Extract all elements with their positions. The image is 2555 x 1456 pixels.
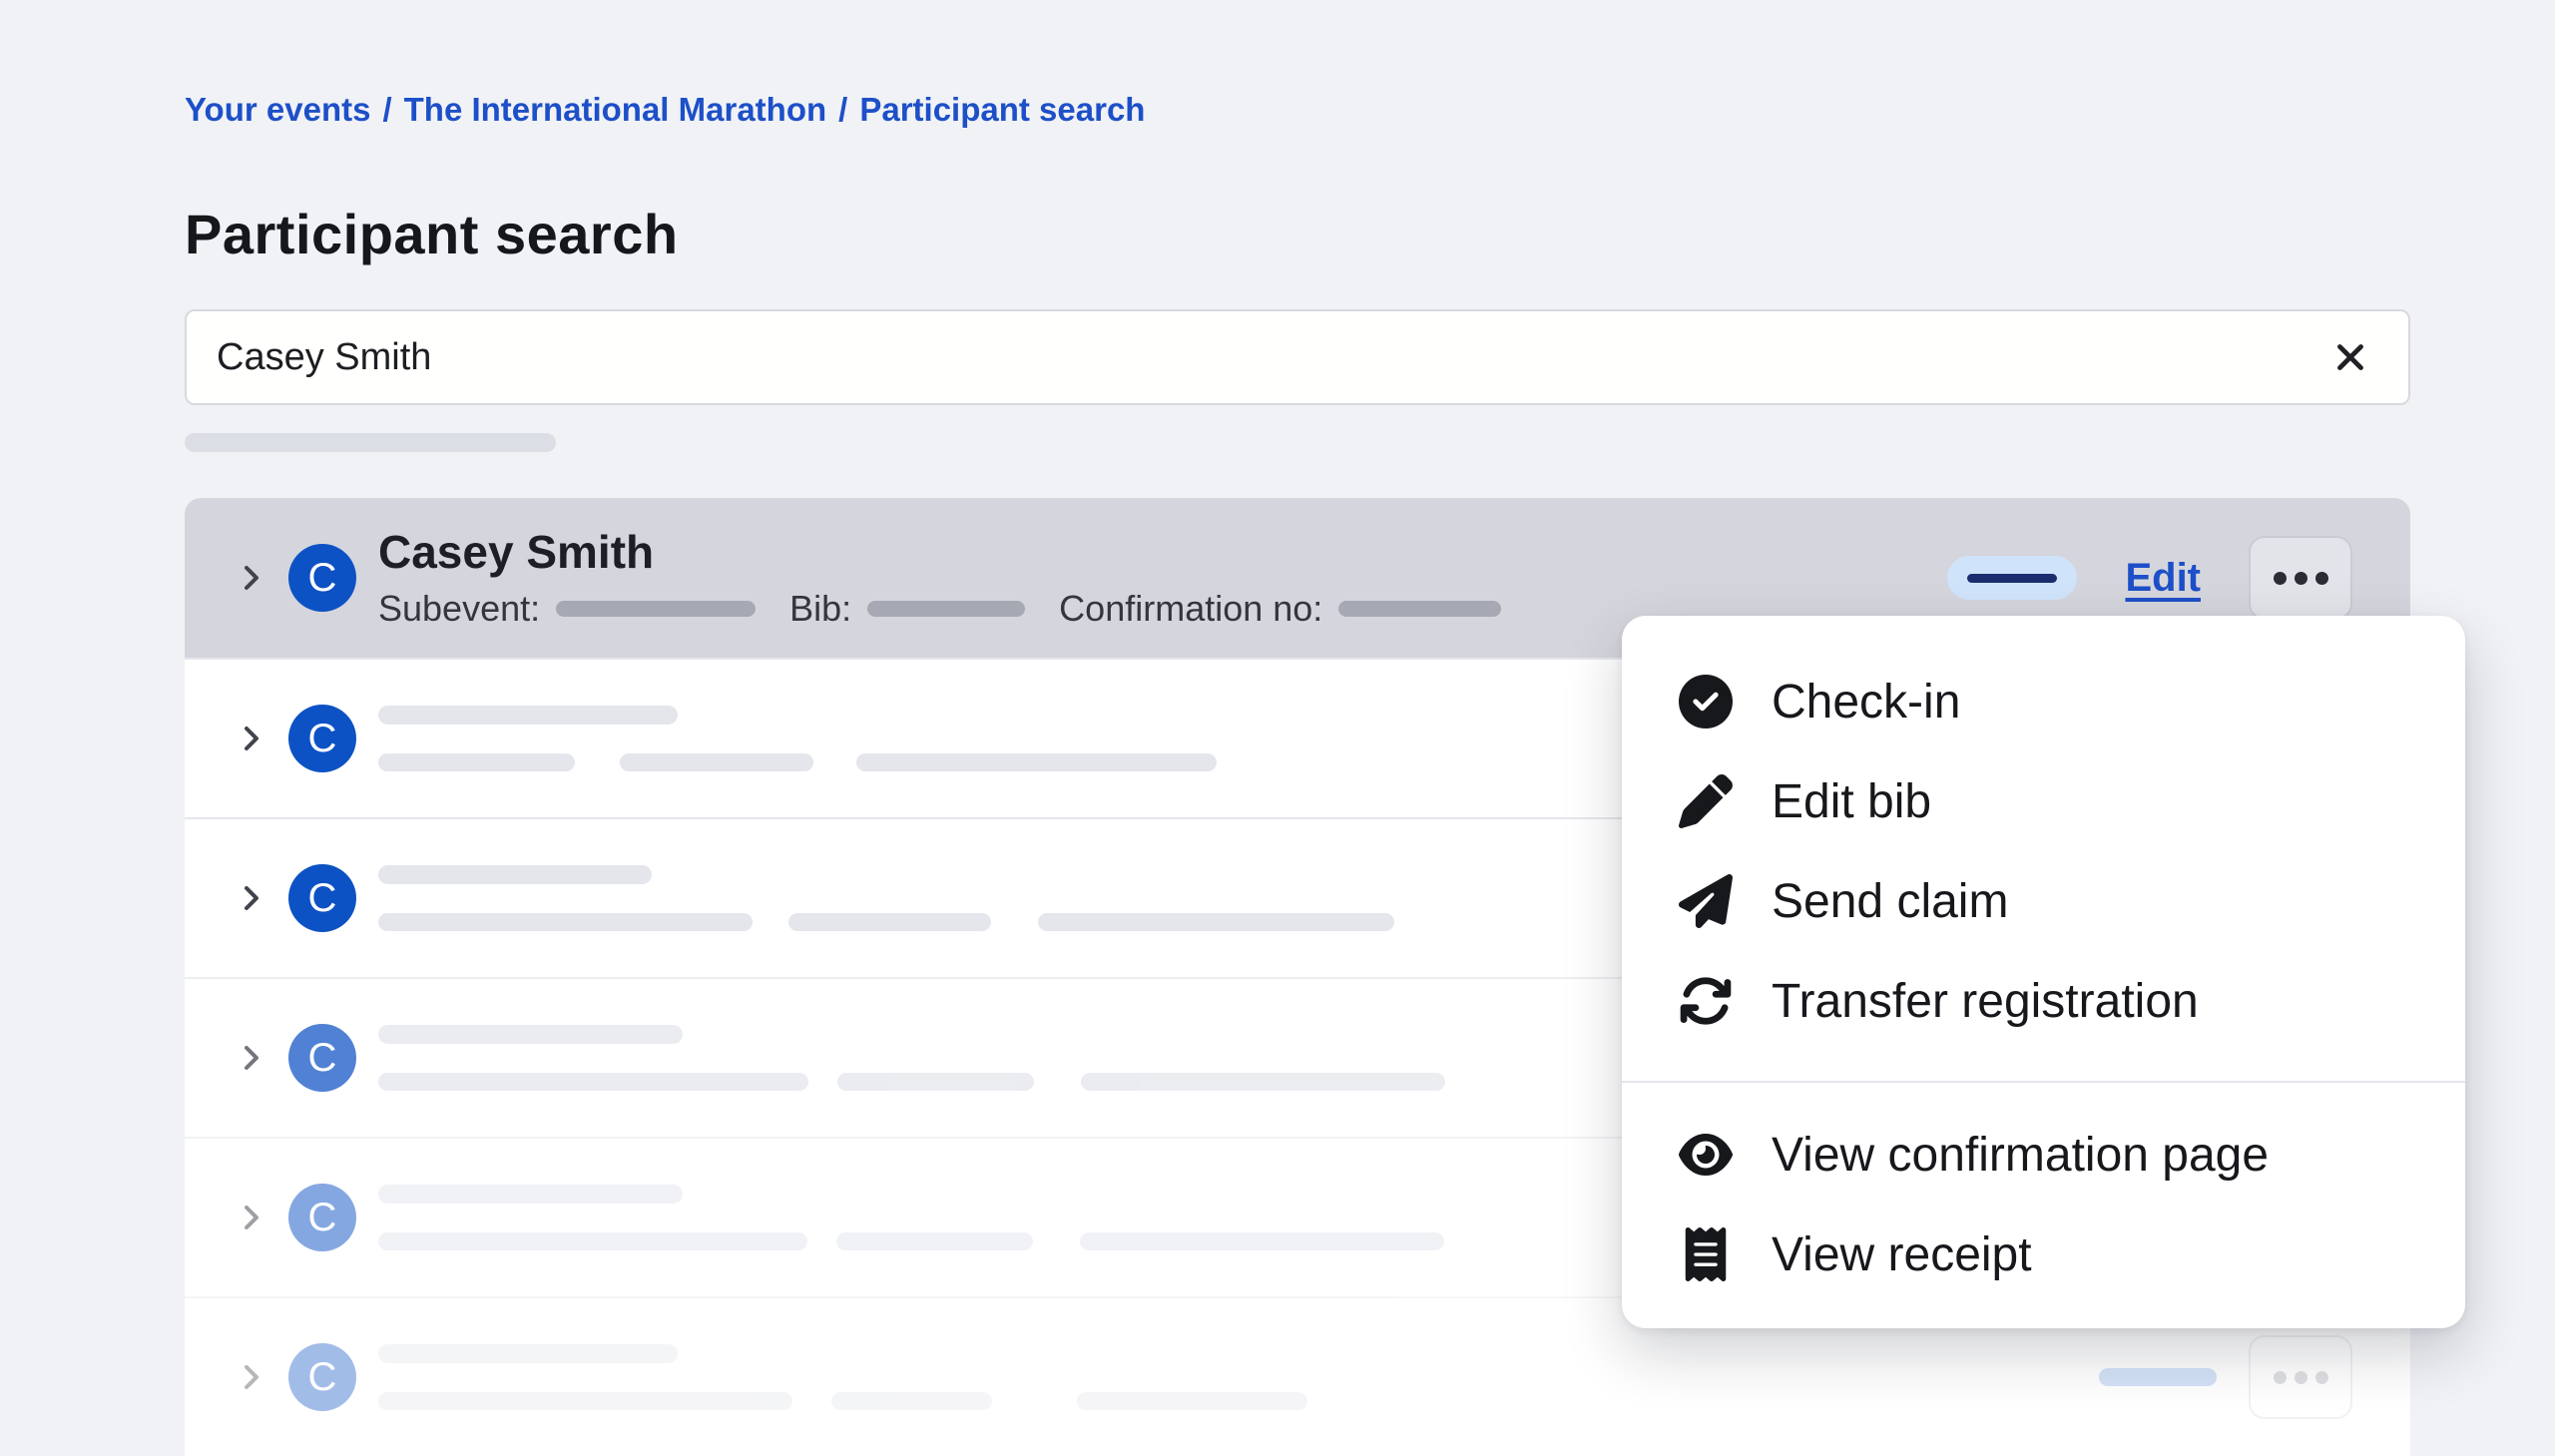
- breadcrumb-separator: /: [838, 91, 847, 128]
- avatar: C: [288, 1024, 356, 1092]
- chevron-right-icon[interactable]: [235, 1041, 268, 1075]
- avatar: C: [288, 1343, 356, 1411]
- participant-meta: Subevent: Bib: Confirmation no:: [378, 587, 1501, 631]
- status-badge-skeleton: [2099, 1368, 2217, 1386]
- skeleton-info: [378, 706, 1217, 771]
- avatar: C: [288, 705, 356, 772]
- row-actions-menu: Check-in Edit bib Send claim Transfer re…: [1622, 616, 2465, 1328]
- meta-skeleton: [836, 1232, 1033, 1250]
- menu-item-send-claim[interactable]: Send claim: [1622, 851, 2465, 951]
- name-skeleton: [378, 865, 652, 884]
- name-skeleton: [378, 1185, 683, 1204]
- meta-skeleton: [378, 913, 753, 931]
- menu-item-label: Transfer registration: [1772, 974, 2199, 1029]
- menu-item-check-in[interactable]: Check-in: [1622, 652, 2465, 751]
- meta-skeleton: [378, 1232, 807, 1250]
- subevent-value-skeleton: [556, 601, 756, 617]
- breadcrumb: Your events / The International Marathon / P…: [185, 0, 2410, 132]
- subevent-label: Subevent:: [378, 587, 540, 631]
- edit-link[interactable]: Edit: [2125, 556, 2201, 601]
- meta-skeleton: [1077, 1392, 1307, 1410]
- skeleton-info: [378, 865, 1394, 931]
- menu-item-label: Edit bib: [1772, 774, 1931, 829]
- name-skeleton: [378, 1025, 683, 1044]
- bib-value-skeleton: [867, 601, 1025, 617]
- menu-item-label: Send claim: [1772, 874, 2008, 929]
- meta-skeleton: [378, 1073, 808, 1091]
- breadcrumb-event[interactable]: The International Marathon: [404, 91, 827, 128]
- receipt-icon: [1678, 1226, 1734, 1282]
- breadcrumb-separator: /: [382, 91, 391, 128]
- meta-skeleton: [378, 1392, 792, 1410]
- pencil-icon: [1678, 773, 1734, 829]
- confirmation-label: Confirmation no:: [1059, 587, 1322, 631]
- meta-skeleton: [837, 1073, 1034, 1091]
- ellipsis-icon[interactable]: [2249, 536, 2352, 620]
- paper-plane-icon: [1678, 873, 1734, 929]
- meta-skeleton: [831, 1392, 992, 1410]
- meta-skeleton: [1080, 1232, 1444, 1250]
- participant-name: Casey Smith: [378, 525, 1501, 579]
- meta-skeleton: [378, 753, 575, 771]
- meta-skeleton: [1081, 1073, 1445, 1091]
- participant-info: Casey Smith Subevent: Bib: Confirmation …: [378, 525, 1501, 631]
- chevron-right-icon[interactable]: [235, 561, 268, 595]
- participant-search-page: Your events / The International Marathon / P…: [185, 0, 2410, 1456]
- chevron-right-icon[interactable]: [235, 881, 268, 915]
- menu-item-label: View confirmation page: [1772, 1128, 2269, 1183]
- menu-item-view-confirmation-page[interactable]: View confirmation page: [1622, 1105, 2465, 1205]
- meta-skeleton: [788, 913, 991, 931]
- avatar: C: [288, 544, 356, 612]
- skeleton-info: [378, 1344, 1307, 1410]
- ellipsis-icon[interactable]: [2249, 1335, 2352, 1419]
- menu-item-view-receipt[interactable]: View receipt: [1622, 1205, 2465, 1304]
- name-skeleton: [378, 706, 678, 725]
- breadcrumb-participant-search[interactable]: Participant search: [859, 91, 1145, 128]
- avatar: C: [288, 864, 356, 932]
- eye-icon: [1678, 1127, 1734, 1183]
- row-actions: [2099, 1335, 2352, 1419]
- menu-item-edit-bib[interactable]: Edit bib: [1622, 751, 2465, 851]
- menu-divider: [1622, 1081, 2465, 1083]
- skeleton-info: [378, 1185, 1444, 1250]
- row-actions: Edit: [1947, 536, 2352, 620]
- name-skeleton: [378, 1344, 678, 1363]
- meta-skeleton: [1038, 913, 1394, 931]
- meta-skeleton: [620, 753, 813, 771]
- avatar: C: [288, 1184, 356, 1251]
- chevron-right-icon[interactable]: [235, 1360, 268, 1394]
- page-title: Participant search: [185, 202, 2410, 267]
- confirmation-value-skeleton: [1338, 601, 1501, 617]
- chevron-right-icon[interactable]: [235, 1201, 268, 1234]
- status-badge: [1947, 556, 2077, 600]
- search-box: [185, 309, 2410, 405]
- search-input[interactable]: [217, 336, 2322, 379]
- status-badge-skeleton: [1967, 574, 2057, 583]
- arrows-rotate-icon: [1678, 973, 1734, 1029]
- menu-item-transfer-registration[interactable]: Transfer registration: [1622, 951, 2465, 1051]
- result-count-skeleton: [185, 433, 556, 452]
- bib-label: Bib:: [789, 587, 851, 631]
- chevron-right-icon[interactable]: [235, 722, 268, 755]
- close-icon[interactable]: [2322, 329, 2378, 385]
- breadcrumb-your-events[interactable]: Your events: [185, 91, 370, 128]
- menu-item-label: View receipt: [1772, 1227, 2032, 1282]
- skeleton-info: [378, 1025, 1445, 1091]
- menu-item-label: Check-in: [1772, 675, 1960, 729]
- meta-skeleton: [856, 753, 1217, 771]
- circle-check-icon: [1678, 674, 1734, 729]
